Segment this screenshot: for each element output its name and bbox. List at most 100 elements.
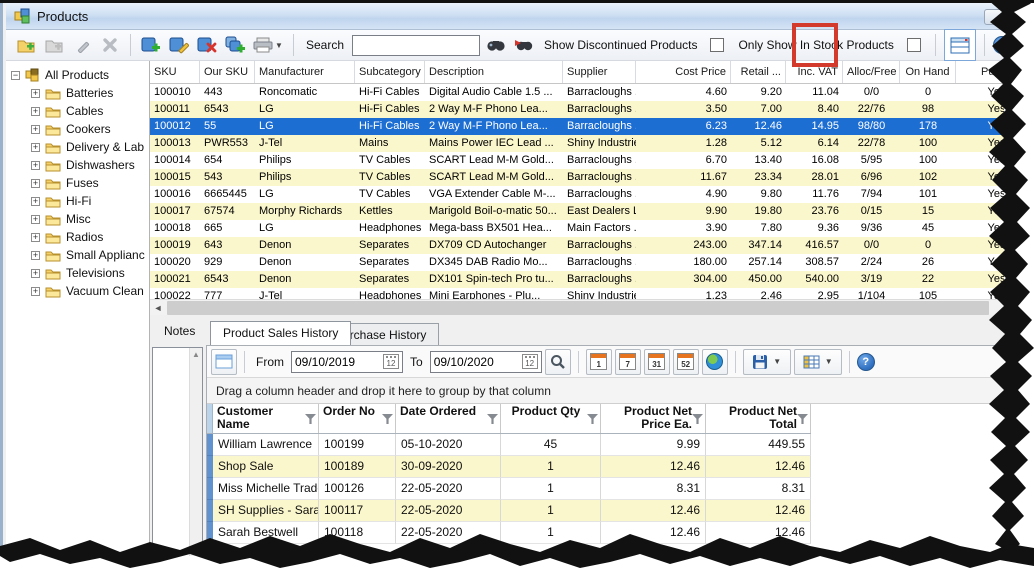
- search-input[interactable]: [352, 35, 480, 56]
- filter-funnel-icon[interactable]: [587, 414, 598, 424]
- column-header-subcategory[interactable]: Subcategory: [355, 61, 425, 83]
- expand-expander-icon[interactable]: +: [31, 197, 40, 206]
- column-header-supplier[interactable]: Supplier: [563, 61, 636, 83]
- calendar-picker-icon[interactable]: 12: [383, 354, 399, 369]
- tree-item-small-applianc[interactable]: +Small Applianc: [6, 246, 149, 264]
- save-split-button[interactable]: ▼: [743, 349, 791, 375]
- expand-expander-icon[interactable]: +: [31, 233, 40, 242]
- column-header-manufacturer[interactable]: Manufacturer: [255, 61, 355, 83]
- scrollbar-thumb[interactable]: [167, 301, 989, 315]
- expand-expander-icon[interactable]: +: [31, 251, 40, 260]
- only-in-stock-checkbox[interactable]: [907, 38, 921, 52]
- column-header-product-net-price-ea-[interactable]: Product Net Price Ea.: [601, 404, 706, 433]
- edit-product-button[interactable]: [167, 33, 191, 57]
- product-row-100022[interactable]: 100022777J-TelHeadphonesMini Earphones -…: [150, 288, 1034, 299]
- help-icon[interactable]: ?: [993, 36, 1011, 54]
- tree-item-radios[interactable]: +Radios: [6, 228, 149, 246]
- tree-item-fuses[interactable]: +Fuses: [6, 174, 149, 192]
- tree-item-televisions[interactable]: +Televisions: [6, 264, 149, 282]
- column-header-sku[interactable]: SKU: [150, 61, 200, 83]
- column-header-order-no[interactable]: Order No: [319, 404, 396, 433]
- column-header-on-hand[interactable]: On Hand: [900, 61, 956, 83]
- scrollbar-up-arrow[interactable]: ▲: [190, 348, 202, 362]
- filter-funnel-icon[interactable]: [305, 414, 316, 424]
- find-binoculars-icon[interactable]: [484, 33, 508, 57]
- save-dropdown-caret[interactable]: ▼: [773, 357, 781, 366]
- quick-range-31-button[interactable]: 31: [644, 349, 670, 375]
- product-row-100018[interactable]: 100018665LGHeadphonesMega-bass BX501 Hea…: [150, 220, 1034, 237]
- column-header-customer-name[interactable]: Customer Name: [213, 404, 319, 433]
- product-row-100019[interactable]: 100019643DenonSeparatesDX709 CD Autochan…: [150, 237, 1034, 254]
- tree-item-misc[interactable]: +Misc: [6, 210, 149, 228]
- product-row-100020[interactable]: 100020929DenonSeparatesDX345 DAB Radio M…: [150, 254, 1034, 271]
- product-row-100017[interactable]: 10001767574Morphy RichardsKettlesMarigol…: [150, 203, 1034, 220]
- delete-category-button-disabled[interactable]: [98, 33, 122, 57]
- product-row-100011[interactable]: 1000116543LGHi-Fi Cables2 Way M-F Phono …: [150, 101, 1034, 118]
- column-header-description[interactable]: Description: [425, 61, 563, 83]
- column-header-date-ordered[interactable]: Date Ordered: [396, 404, 501, 433]
- product-row-100014[interactable]: 100014654PhilipsTV CablesSCART Lead M-M …: [150, 152, 1034, 169]
- expand-expander-icon[interactable]: +: [31, 89, 40, 98]
- sales-row-100189[interactable]: Shop Sale10018930-09-2020112.4612.46: [207, 456, 1034, 478]
- column-header-cost-price[interactable]: Cost Price: [636, 61, 731, 83]
- expand-expander-icon[interactable]: +: [31, 143, 40, 152]
- clear-find-binoculars-icon[interactable]: [512, 33, 536, 57]
- column-header-product-qty[interactable]: Product Qty: [501, 404, 601, 433]
- sales-row-100118[interactable]: Sarah Bestwell10011822-05-2020112.4612.4…: [207, 522, 1034, 544]
- show-discontinued-checkbox[interactable]: [710, 38, 724, 52]
- columns-split-button[interactable]: ▼: [794, 349, 842, 375]
- horizontal-scrollbar[interactable]: ◄: [150, 299, 1034, 315]
- search-range-button[interactable]: [545, 349, 571, 375]
- expand-expander-icon[interactable]: +: [31, 125, 40, 134]
- tree-item-batteries[interactable]: +Batteries: [6, 84, 149, 102]
- quick-range-7-button[interactable]: 7: [615, 349, 641, 375]
- product-row-100015[interactable]: 100015543PhilipsTV CablesSCART Lead M-M …: [150, 169, 1034, 186]
- print-dropdown-caret[interactable]: ▼: [275, 41, 283, 50]
- column-header-retail-[interactable]: Retail ...: [731, 61, 786, 83]
- filter-funnel-icon[interactable]: [797, 414, 808, 424]
- product-row-100012[interactable]: 10001255LGHi-Fi Cables2 Way M-F Phono Le…: [150, 118, 1034, 135]
- tree-item-dishwashers[interactable]: +Dishwashers: [6, 156, 149, 174]
- add-category-button[interactable]: [14, 33, 38, 57]
- expand-expander-icon[interactable]: +: [31, 161, 40, 170]
- sales-row-100126[interactable]: Miss Michelle Trade10012622-05-202018.31…: [207, 478, 1034, 500]
- collapse-expander-icon[interactable]: −: [11, 71, 20, 80]
- edit-category-button-disabled[interactable]: [70, 33, 94, 57]
- column-header-alloc-free[interactable]: Alloc/Free: [843, 61, 900, 83]
- filter-funnel-icon[interactable]: [487, 414, 498, 424]
- help-icon[interactable]: ?: [857, 353, 875, 371]
- expand-expander-icon[interactable]: +: [31, 287, 40, 296]
- tree-item-hi-fi[interactable]: +Hi-Fi: [6, 192, 149, 210]
- window-control-button[interactable]: [984, 9, 1012, 25]
- notes-textarea[interactable]: ▲: [152, 347, 203, 573]
- notes-panel-caption[interactable]: Notes: [164, 324, 195, 338]
- expand-expander-icon[interactable]: +: [31, 269, 40, 278]
- tree-item-all-products[interactable]: − All Products: [6, 66, 149, 84]
- tree-item-delivery-lab[interactable]: +Delivery & Lab: [6, 138, 149, 156]
- to-date-field[interactable]: 09/10/2020 12: [430, 351, 542, 373]
- tab-product-sales-history[interactable]: Product Sales History: [210, 321, 351, 345]
- expand-expander-icon[interactable]: +: [31, 215, 40, 224]
- quick-range-52-button[interactable]: 52: [673, 349, 699, 375]
- column-header-inc-vat[interactable]: Inc. VAT: [786, 61, 843, 83]
- columns-dropdown-caret[interactable]: ▼: [825, 357, 833, 366]
- tree-item-cables[interactable]: +Cables: [6, 102, 149, 120]
- filter-funnel-icon[interactable]: [382, 414, 393, 424]
- add-product-button[interactable]: [139, 33, 163, 57]
- add-subcategory-button-disabled[interactable]: [42, 33, 66, 57]
- web-report-button[interactable]: [702, 349, 728, 375]
- product-row-100013[interactable]: 100013PWR553J-TelMainsMains Power IEC Le…: [150, 135, 1034, 152]
- column-header-our-sku[interactable]: Our SKU: [200, 61, 255, 83]
- sales-row-100117[interactable]: SH Supplies - Sarah10011722-05-2020112.4…: [207, 500, 1034, 522]
- notes-scrollbar[interactable]: ▲: [189, 348, 202, 572]
- quick-range-1-button[interactable]: 1: [586, 349, 612, 375]
- split-view-toggle-button[interactable]: [944, 29, 976, 61]
- filter-funnel-icon[interactable]: [692, 414, 703, 424]
- print-button[interactable]: ▼: [251, 33, 285, 57]
- tree-item-vacuum-clean[interactable]: +Vacuum Clean: [6, 282, 149, 300]
- copy-product-button[interactable]: [223, 33, 247, 57]
- product-row-100021[interactable]: 1000216543DenonSeparatesDX101 Spin-tech …: [150, 271, 1034, 288]
- scrollbar-left-arrow[interactable]: ◄: [150, 300, 166, 316]
- toggle-panel-button[interactable]: [211, 349, 237, 375]
- tree-item-cookers[interactable]: +Cookers: [6, 120, 149, 138]
